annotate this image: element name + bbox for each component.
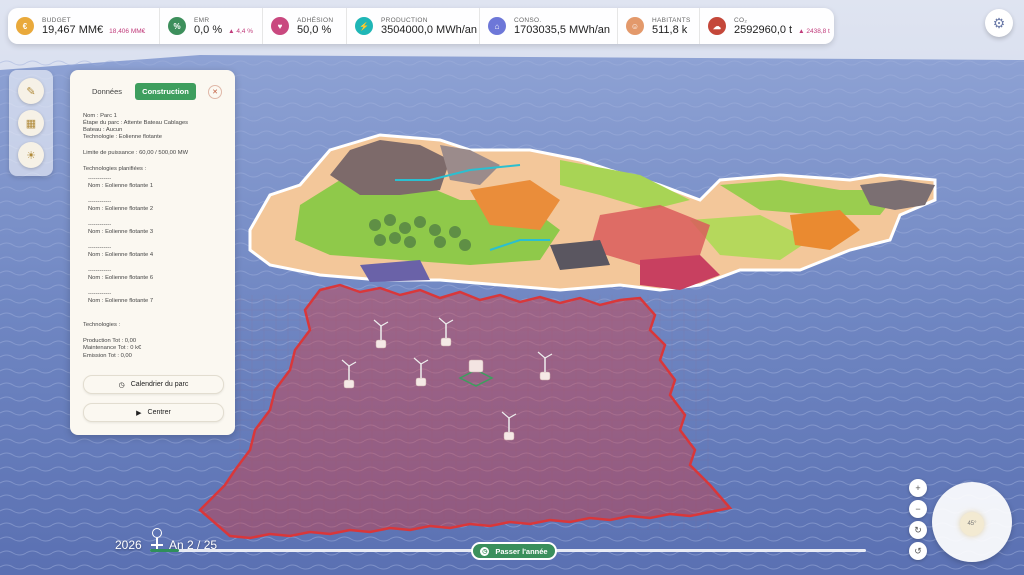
stat-value: 3504000,0 MWh/an	[381, 23, 478, 36]
rotate-right-button[interactable]: ↻	[909, 521, 927, 539]
plus-icon: +	[915, 483, 921, 493]
consumption-icon: ⌂	[488, 17, 506, 35]
stat-label: CONSO.	[514, 16, 542, 24]
total-emission: Emission Tot : 0,00	[83, 353, 132, 359]
separator: ------------	[88, 291, 112, 297]
info-stage: Étape du parc : Attente Bateau Cablages	[83, 120, 189, 126]
sun-icon: ☀	[26, 149, 36, 162]
zoom-in-button[interactable]: +	[909, 479, 927, 497]
stat-label: HABITANTS	[652, 16, 691, 24]
stat-sub: ▲ 4,4 %	[228, 27, 254, 35]
clock-icon: ◷	[480, 546, 490, 556]
stat-emr[interactable]: % EMR 0,0 % ▲ 4,4 %	[160, 8, 263, 44]
tool-palette: ✎ ▦ ☀	[9, 70, 53, 176]
planned-item: Nom : Eolienne flotante 2	[88, 206, 154, 212]
wind-icon: ✎	[26, 85, 36, 98]
separator: ------------	[88, 268, 112, 274]
coin-icon: €	[16, 17, 34, 35]
center-button[interactable]: ▶ Centrer	[83, 403, 224, 422]
stat-label: PRODUCTION	[381, 16, 428, 24]
planned-item: Nom : Eolienne flotante 7	[88, 298, 154, 304]
stat-habitants[interactable]: ☺ HABITANTS 511,8 k	[618, 8, 700, 44]
people-icon: ☺	[626, 17, 644, 35]
technologies-title: Technologies :	[83, 322, 121, 328]
total-maintenance: Maintenance Tot : 0 k€	[83, 345, 142, 351]
stat-sub: 18,406 MM€	[109, 27, 146, 35]
close-icon: ✕	[212, 89, 218, 96]
tool-wind-button[interactable]: ✎	[18, 78, 44, 104]
power-limit: Limite de puissance : 60,00 / 500,00 MW	[83, 150, 189, 156]
planned-item: Nom : Eolienne flotante 4	[88, 252, 154, 258]
tab-donnees[interactable]: Données	[82, 83, 132, 100]
tool-grid-button[interactable]: ▦	[18, 110, 44, 136]
next-year-label: Passer l'année	[495, 546, 548, 556]
separator: ------------	[88, 176, 112, 182]
planned-item: Nom : Eolienne flotante 1	[88, 183, 154, 189]
rotate-left-button[interactable]: ↺	[909, 542, 927, 560]
percent-icon: %	[168, 17, 186, 35]
stat-adhesion[interactable]: ♥ ADHÉSION 50,0 %	[263, 8, 347, 44]
calendar-button[interactable]: ◷ Calendrier du parc	[83, 375, 224, 394]
stats-bar: € BUDGET 19,467 MM€ 18,406 MM€ % EMR 0,0…	[8, 8, 834, 44]
grid-icon: ▦	[25, 117, 37, 130]
stat-label: ADHÉSION	[297, 16, 334, 24]
park-info-panel: Données Construction ✕ Nom : Parc 1 Étap…	[70, 70, 235, 435]
rotate-left-icon: ↺	[914, 545, 922, 556]
stat-value: 1703035,5 MWh/an	[514, 23, 611, 36]
stat-value: 511,8 k	[652, 23, 688, 36]
planned-title: Technologies planifiées :	[83, 166, 147, 172]
heart-icon: ♥	[271, 17, 289, 35]
stat-value: 19,467 MM€	[42, 23, 104, 36]
minus-icon: −	[915, 504, 921, 514]
settings-button[interactable]: ⚙	[985, 9, 1013, 37]
separator: ------------	[88, 245, 112, 251]
gear-icon: ⚙	[992, 14, 1006, 31]
stat-sub: ▲ 2438,8 t	[798, 27, 830, 35]
camera-angle: 45°	[967, 521, 977, 527]
separator: ------------	[88, 222, 112, 228]
timeline-progress	[150, 549, 179, 552]
planned-item: Nom : Eolienne flotante 6	[88, 275, 154, 281]
info-technology: Technologie : Eolienne flotante	[83, 134, 162, 140]
close-button[interactable]: ✕	[208, 85, 222, 99]
production-icon: ⚡	[355, 17, 373, 35]
calendar-button-label: Calendrier du parc	[130, 381, 189, 388]
stat-consumption[interactable]: ⌂ CONSO. 1703035,5 MWh/an	[480, 8, 618, 44]
co2-icon: ☁	[708, 17, 726, 35]
stat-label: CO₂	[734, 16, 748, 24]
stat-value: 2592960,0 t	[734, 23, 793, 36]
stat-co2[interactable]: ☁ CO₂ 2592960,0 t ▲ 2438,8 t	[700, 8, 834, 44]
zoom-out-button[interactable]: −	[909, 500, 927, 518]
total-production: Production Tot : 0,00	[83, 338, 137, 344]
compass-knob[interactable]: 45°	[960, 512, 984, 536]
current-year: 2026	[115, 538, 142, 552]
separator: ------------	[88, 199, 112, 205]
stat-value: 50,0 %	[297, 23, 332, 36]
tool-sun-button[interactable]: ☀	[18, 142, 44, 168]
rotate-right-icon: ↻	[914, 524, 922, 535]
timeline-pin-icon	[152, 528, 162, 538]
clock-icon: ◷	[118, 381, 125, 389]
tab-construction[interactable]: Construction	[135, 83, 196, 100]
stat-production[interactable]: ⚡ PRODUCTION 3504000,0 MWh/an	[347, 8, 480, 44]
info-boat: Bateau : Aucun	[83, 127, 123, 133]
offshore-park-zone[interactable]	[198, 283, 733, 540]
stat-label: EMR	[194, 16, 210, 24]
stat-value: 0,0 %	[194, 23, 223, 36]
stat-label: BUDGET	[42, 16, 71, 24]
center-button-label: Centrer	[147, 409, 171, 416]
stat-budget[interactable]: € BUDGET 19,467 MM€ 18,406 MM€	[8, 8, 160, 44]
info-name: Nom : Parc 1	[83, 113, 117, 119]
planned-item: Nom : Eolienne flotante 3	[88, 229, 154, 235]
next-year-button[interactable]: ◷ Passer l'année	[471, 542, 557, 560]
play-icon: ▶	[136, 409, 142, 417]
